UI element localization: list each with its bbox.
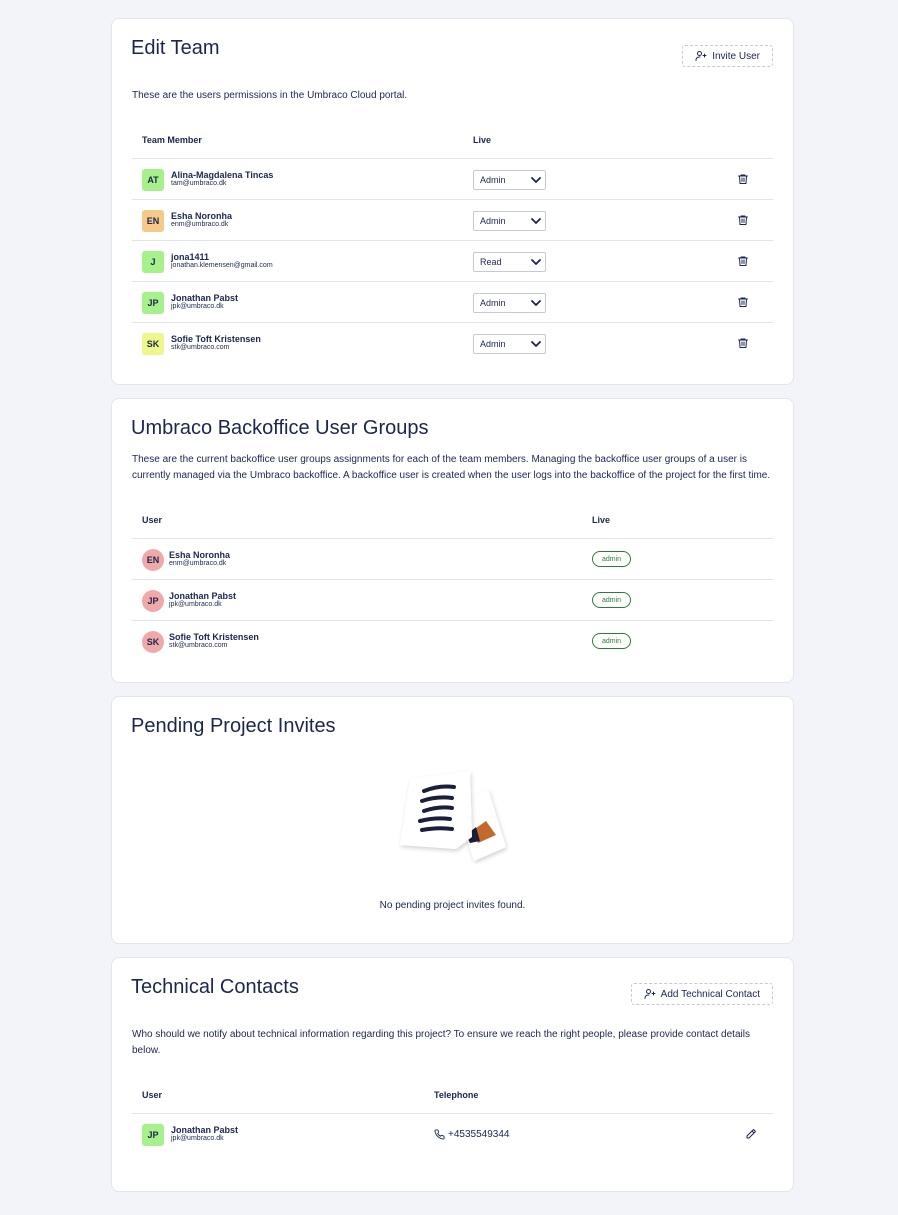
trash-icon[interactable] (737, 255, 749, 267)
user-group-badge: admin (592, 592, 631, 608)
technical-contacts-card: Technical Contacts Add Technical Contact… (111, 957, 794, 1192)
table-header: User Live (132, 501, 773, 539)
role-select[interactable]: Read (473, 252, 546, 272)
edit-team-title: Edit Team (131, 37, 220, 59)
table-row: JP Jonathan Pabst jpk@umbraco.dk Admin (132, 282, 773, 323)
col-live: Live (473, 135, 492, 145)
member-name: Sofie Toft Kristensen (171, 334, 261, 344)
avatar: JP (142, 292, 164, 314)
avatar: SK (142, 333, 164, 355)
trash-icon[interactable] (737, 214, 749, 226)
chevron-down-icon (531, 341, 541, 347)
trash-icon[interactable] (737, 296, 749, 308)
user-name: Sofie Toft Kristensen (169, 632, 259, 642)
user-email: stk@umbraco.com (169, 642, 228, 649)
role-select[interactable]: Admin (473, 334, 546, 354)
user-email: jpk@umbraco.dk (169, 601, 222, 608)
avatar: SK (142, 631, 164, 653)
member-email: jonathan.klemensen@gmail.com (171, 262, 273, 269)
invite-user-button[interactable]: Invite User (682, 45, 773, 67)
table-row: SK Sofie Toft Kristensen stk@umbraco.com ad… (132, 621, 773, 662)
table-header: Team Member Live (132, 121, 773, 159)
col-user: User (142, 1090, 163, 1100)
member-email: tam@umbraco.dk (171, 180, 227, 187)
table-header: User Telephone (132, 1076, 773, 1114)
avatar: JP (142, 1124, 164, 1146)
contacts-title: Technical Contacts (131, 976, 299, 998)
user-name: Esha Noronha (169, 550, 231, 560)
col-team-member: Team Member (142, 135, 202, 145)
contacts-table: User Telephone JP Jonathan Pabst jpk@umbra… (132, 1076, 773, 1155)
user-group-badge: admin (592, 633, 631, 649)
avatar: J (142, 251, 164, 273)
col-user: User (142, 515, 163, 525)
trash-icon[interactable] (737, 337, 749, 349)
user-group-badge: admin (592, 551, 631, 567)
contact-name: Jonathan Pabst (171, 1125, 239, 1135)
chevron-down-icon (531, 259, 541, 265)
team-members-table: Team Member Live AT Alina-Magdalena Tinca… (132, 121, 773, 364)
role-value: Admin (480, 298, 506, 308)
member-email: stk@umbraco.com (171, 344, 230, 351)
add-technical-contact-button[interactable]: Add Technical Contact (630, 983, 773, 1005)
edit-team-card: Edit Team Invite User These are the user… (111, 18, 794, 385)
user-plus-icon (644, 989, 656, 999)
table-row: JP Jonathan Pabst jpk@umbraco.dk +453554934… (132, 1114, 773, 1155)
table-row: SK Sofie Toft Kristensen stk@umbraco.com Ad… (132, 323, 773, 364)
phone-icon (434, 1129, 445, 1140)
role-value: Admin (480, 339, 506, 349)
avatar: JP (142, 590, 164, 612)
chevron-down-icon (531, 300, 541, 306)
backoffice-description: These are the current backoffice user gr… (132, 454, 771, 481)
trash-icon[interactable] (737, 173, 749, 185)
user-name: Jonathan Pabst (169, 591, 237, 601)
backoffice-groups-card: Umbraco Backoffice User Groups These are… (111, 398, 794, 683)
add-technical-contact-label: Add Technical Contact (660, 988, 760, 1000)
table-row: AT Alina-Magdalena Tincas tam@umbraco.dk Ad… (132, 159, 773, 200)
role-value: Read (480, 257, 502, 267)
contact-phone: +4535549344 (448, 1129, 510, 1140)
member-email: enm@umbraco.dk (171, 221, 229, 228)
avatar: AT (142, 169, 164, 191)
table-row: EN Esha Noronha enm@umbraco.dk Admin (132, 200, 773, 241)
role-value: Admin (480, 175, 506, 185)
contact-email: jpk@umbraco.dk (171, 1135, 224, 1142)
chevron-down-icon (531, 218, 541, 224)
avatar: EN (142, 549, 164, 571)
invite-user-label: Invite User (712, 50, 760, 62)
member-name: Jonathan Pabst (171, 293, 239, 303)
member-name: Alina-Magdalena Tincas (171, 170, 274, 180)
role-select[interactable]: Admin (473, 293, 546, 313)
member-email: jpk@umbraco.dk (171, 303, 224, 310)
pencil-icon[interactable] (745, 1128, 757, 1140)
backoffice-title: Umbraco Backoffice User Groups (131, 417, 429, 439)
table-row: EN Esha Noronha enm@umbraco.dk admin (132, 539, 773, 580)
edit-team-description: These are the users permissions in the U… (132, 90, 408, 101)
pending-invites-card: Pending Project Invites No pending proje… (111, 696, 794, 944)
avatar: EN (142, 210, 164, 232)
pending-title: Pending Project Invites (131, 715, 336, 737)
table-row: JP Jonathan Pabst jpk@umbraco.dk admin (132, 580, 773, 621)
member-name: jona1411 (171, 252, 210, 262)
user-plus-icon (695, 51, 707, 61)
backoffice-table: User Live EN Esha Noronha enm@umbraco.dk ad… (132, 501, 773, 662)
role-select[interactable]: Admin (473, 211, 546, 231)
col-live: Live (592, 515, 611, 525)
chevron-down-icon (531, 177, 541, 183)
role-value: Admin (480, 216, 506, 226)
col-telephone: Telephone (434, 1090, 479, 1100)
role-select[interactable]: Admin (473, 170, 546, 190)
empty-state-text: No pending project invites found. (379, 900, 526, 911)
empty-documents-illustration (400, 771, 506, 861)
table-row: Jjona1411 jonathan.klemensen@gmail.com Rea… (132, 241, 773, 282)
user-email: enm@umbraco.dk (169, 560, 227, 567)
contacts-description: Who should we notify about technical inf… (132, 1029, 750, 1056)
member-name: Esha Noronha (171, 211, 233, 221)
